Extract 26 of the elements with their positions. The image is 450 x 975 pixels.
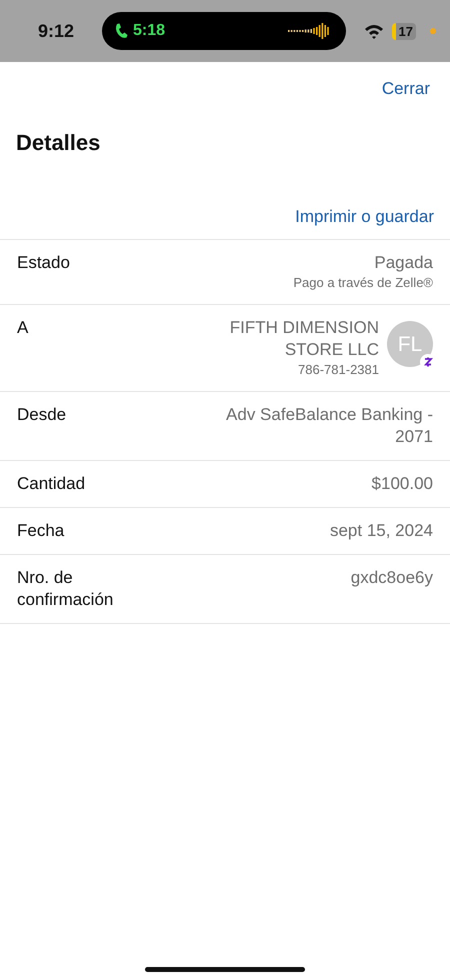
status-time: 9:12 [38, 20, 76, 42]
battery-level: 17 [392, 22, 416, 40]
print-or-save-link[interactable]: Imprimir o guardar [295, 204, 434, 230]
row-label: Estado [17, 252, 71, 274]
status-value: Pagada [373, 252, 433, 274]
payee-name: FIFTH DIMENSION STORE LLC [228, 317, 379, 362]
audio-waveform-icon [288, 22, 332, 40]
row-value: $100.00 [372, 473, 433, 496]
close-button[interactable]: Cerrar [382, 76, 430, 102]
row-label: Nro. de confirmación [17, 567, 114, 612]
payment-method: Pago a través de Zelle® [293, 274, 433, 292]
page-title: Detalles [16, 130, 102, 156]
phone-icon [114, 23, 128, 39]
row-value: Adv SafeBalance Banking - 2071 [225, 404, 433, 448]
microphone-indicator-icon [430, 28, 436, 34]
home-indicator[interactable] [145, 967, 305, 972]
row-label: Fecha [17, 520, 66, 542]
row-label: A [17, 317, 30, 340]
call-duration: 5:18 [133, 21, 166, 41]
row-value: sept 15, 2024 [330, 520, 433, 542]
wifi-icon [364, 24, 384, 38]
row-label: Desde [17, 404, 68, 426]
payee-phone: 786-781-2381 [298, 361, 379, 380]
call-pill[interactable]: 5:18 [102, 12, 346, 50]
row-value: gxdc8oe6y [350, 567, 433, 590]
row-label: Cantidad [17, 473, 86, 496]
